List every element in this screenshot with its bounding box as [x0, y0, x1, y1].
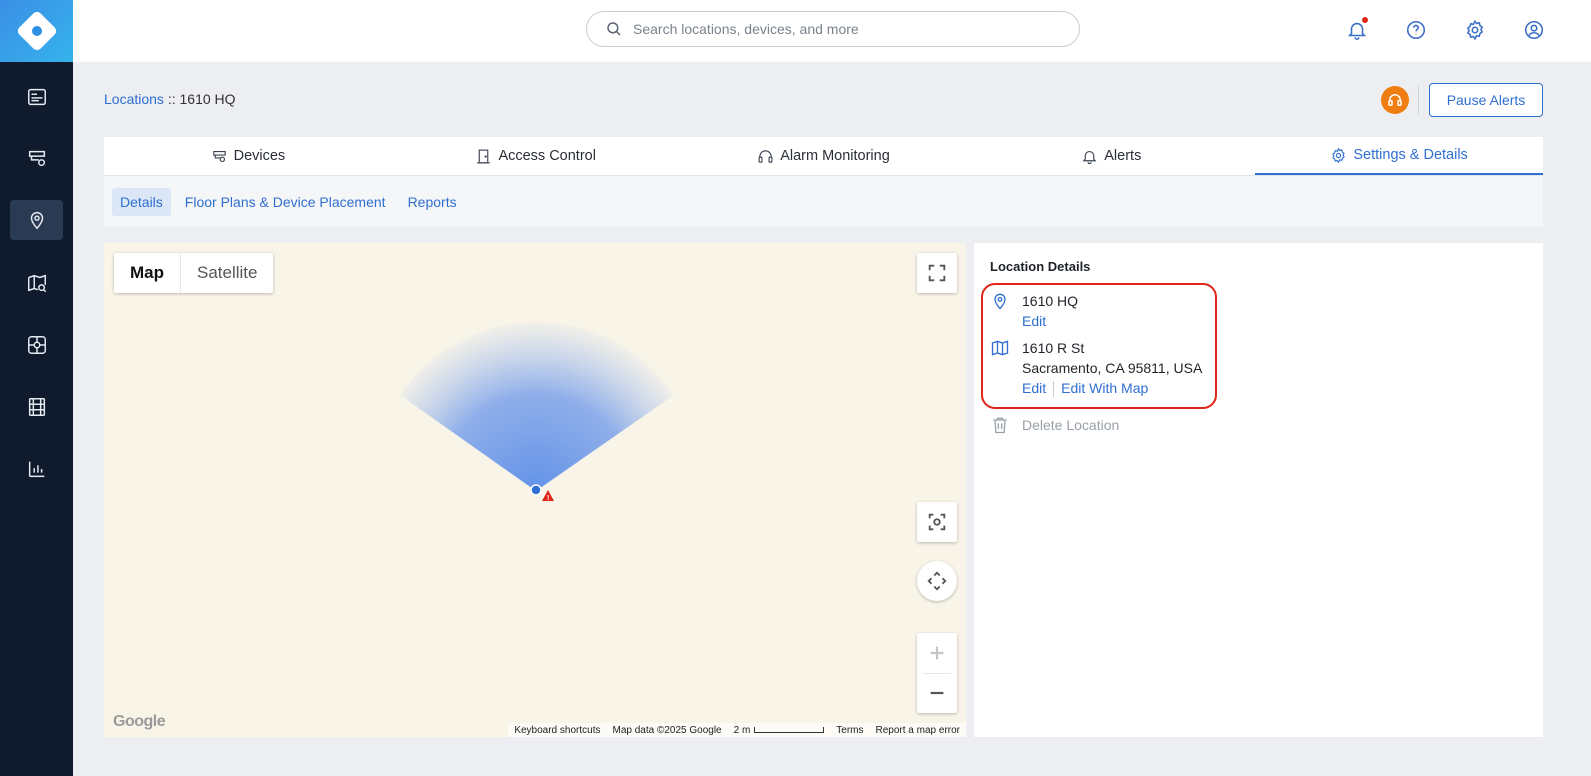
tab-alarm-monitoring[interactable]: Alarm Monitoring	[680, 137, 968, 175]
pause-alerts-button[interactable]: Pause Alerts	[1429, 83, 1543, 117]
location-name: 1610 HQ	[1022, 293, 1079, 309]
camera-marker[interactable]	[530, 484, 542, 496]
tab-settings-details[interactable]: Settings & Details	[1255, 137, 1543, 175]
notification-dot	[1362, 17, 1368, 23]
location-details-panel: Location Details 1610 HQ Edit 1610 R St …	[974, 243, 1543, 737]
recenter-icon[interactable]	[917, 502, 957, 542]
map-type-control: Map Satellite	[114, 253, 274, 293]
top-bar	[73, 0, 1591, 62]
subtab-reports[interactable]: Reports	[400, 188, 465, 216]
location-details-title: Location Details	[990, 259, 1091, 274]
map-data-attribution: Map data ©2025 Google	[612, 724, 722, 736]
tab-devices[interactable]: Devices	[104, 137, 392, 175]
header-divider	[1418, 86, 1419, 114]
breadcrumb-separator: ::	[163, 91, 180, 107]
edit-address-link[interactable]: Edit	[1022, 380, 1046, 396]
map-search-nav-icon[interactable]	[10, 263, 63, 303]
edit-with-map-link[interactable]: Edit With Map	[1061, 380, 1148, 396]
address-line-2: Sacramento, CA 95811, USA	[1022, 360, 1203, 376]
zoom-out-icon[interactable]	[917, 673, 957, 713]
address-line-1: 1610 R St	[1022, 340, 1085, 356]
app-logo[interactable]	[0, 0, 73, 62]
analytics-nav-icon[interactable]	[10, 449, 63, 489]
map-icon	[991, 340, 1009, 356]
delete-location-label: Delete Location	[1022, 417, 1120, 433]
location-name-row: 1610 HQ Edit	[990, 291, 1078, 331]
tab-label: Access Control	[498, 148, 596, 164]
terms-link[interactable]: Terms	[836, 725, 863, 736]
subtab-floor-plans[interactable]: Floor Plans & Device Placement	[177, 188, 394, 216]
map-type-satellite-button[interactable]: Satellite	[181, 253, 273, 293]
svg-text:!: !	[547, 495, 549, 502]
devices-nav-icon[interactable]	[10, 138, 63, 178]
location-pin-icon	[994, 293, 1006, 310]
report-map-error-link[interactable]: Report a map error	[876, 725, 960, 736]
zoom-in-icon[interactable]	[917, 633, 957, 673]
map-type-map-button[interactable]: Map	[114, 253, 181, 293]
gear-icon	[1332, 147, 1346, 163]
user-account-icon[interactable]	[1521, 17, 1547, 43]
zoom-control	[917, 633, 957, 713]
notifications-icon[interactable]	[1344, 17, 1370, 43]
breadcrumb-current: 1610 HQ	[179, 91, 236, 107]
subtab-details[interactable]: Details	[112, 187, 171, 216]
trash-icon	[993, 417, 1007, 434]
location-address-row: 1610 R St Sacramento, CA 95811, USA Edit…	[990, 338, 1202, 398]
breadcrumb-locations-link[interactable]: Locations	[104, 91, 164, 107]
support-headset-icon[interactable]	[1381, 86, 1409, 114]
google-logo: Google	[113, 713, 166, 730]
camera-icon	[212, 150, 226, 162]
bell-icon	[1082, 150, 1097, 164]
headset-icon	[758, 149, 773, 163]
tab-label: Devices	[233, 148, 286, 164]
camera-field-of-view: !	[400, 321, 674, 502]
tab-access-control[interactable]: Access Control	[392, 137, 680, 175]
keyboard-shortcuts-link[interactable]: Keyboard shortcuts	[514, 725, 600, 736]
sub-tabs: Details Floor Plans & Device Placement R…	[104, 176, 1543, 227]
help-icon[interactable]	[1403, 17, 1429, 43]
breadcrumb: Locations :: 1610 HQ	[104, 91, 236, 107]
fullscreen-icon[interactable]	[917, 253, 957, 293]
tab-alerts[interactable]: Alerts	[967, 137, 1255, 175]
delete-location-button[interactable]: Delete Location	[990, 415, 1119, 435]
settings-gear-icon[interactable]	[1462, 17, 1488, 43]
search-icon	[607, 22, 621, 36]
tab-label: Settings & Details	[1353, 147, 1468, 163]
search-input[interactable]	[633, 21, 1053, 37]
locations-nav-icon[interactable]	[10, 200, 63, 240]
access-nav-icon[interactable]	[10, 325, 63, 365]
tab-label: Alarm Monitoring	[780, 148, 890, 164]
left-nav	[0, 0, 73, 776]
map-scale: 2 m	[734, 725, 825, 736]
video-nav-icon[interactable]	[10, 387, 63, 427]
map-footer: Keyboard shortcuts Map data ©2025 Google…	[508, 723, 966, 737]
main-tabs: Devices Access Control Alarm Monitoring …	[104, 137, 1543, 176]
pan-control-icon[interactable]	[917, 561, 957, 601]
edit-name-link[interactable]: Edit	[1022, 311, 1078, 331]
tab-label: Alerts	[1104, 148, 1142, 164]
door-icon	[477, 149, 491, 163]
map-view[interactable]: ! Map Satellite Google Keyboard shortcut…	[104, 243, 966, 737]
search-box[interactable]	[586, 11, 1080, 47]
dashboard-nav-icon[interactable]	[10, 77, 63, 117]
